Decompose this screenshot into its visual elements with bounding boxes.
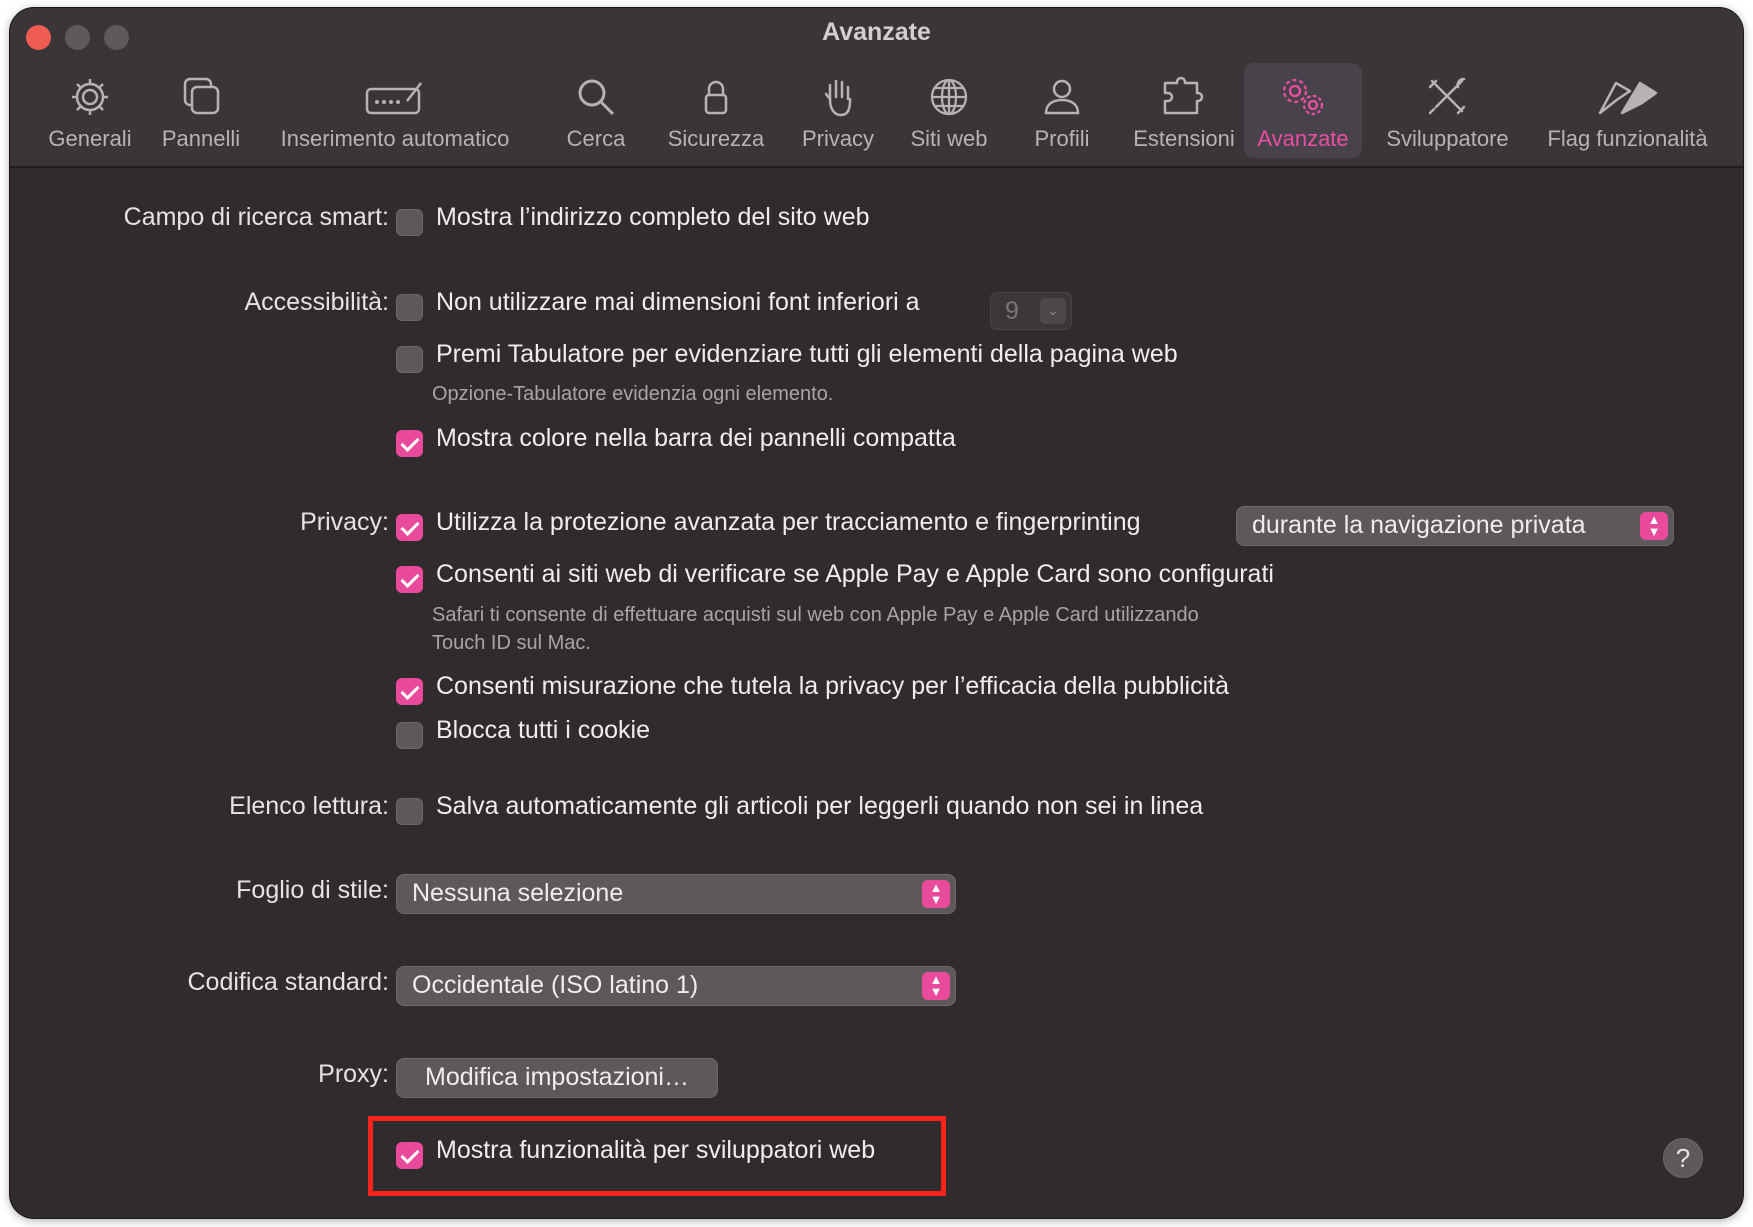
reading-list-offline-text: Salva automaticamente gli articoli per l… <box>436 792 1204 820</box>
privacy-label: Privacy: <box>300 508 389 536</box>
tab-pannelli[interactable]: Pannelli <box>150 63 252 158</box>
smart-search-label: Campo di ricerca smart: <box>123 203 389 231</box>
block-cookies-text: Blocca tutti i cookie <box>436 716 650 744</box>
developer-features-checkbox[interactable] <box>396 1142 423 1169</box>
tab-privacy[interactable]: Privacy <box>788 63 888 158</box>
up-down-arrows-icon: ▲ ▼ <box>922 972 950 1000</box>
gears-icon <box>1282 78 1324 116</box>
tab-inserimento-automatico[interactable]: Inserimento automatico <box>265 63 525 158</box>
preferences-window: Avanzate Generali Pannelli Inserimento a… <box>10 8 1743 1218</box>
full-address-text: Mostra l’indirizzo completo del sito web <box>436 203 870 231</box>
color-tabbar-text: Mostra colore nella barra dei pannelli c… <box>436 424 956 452</box>
up-down-arrows-icon: ▲ ▼ <box>922 880 950 908</box>
tab-sicurezza[interactable]: Sicurezza <box>660 63 772 158</box>
help-button[interactable]: ? <box>1663 1138 1703 1178</box>
tab-label: Avanzate <box>1257 126 1349 151</box>
autofill-icon <box>365 82 422 115</box>
tab-estensioni[interactable]: Estensioni <box>1122 63 1246 158</box>
globe-icon <box>930 78 968 116</box>
stylesheet-label: Foglio di stile: <box>236 876 389 904</box>
reading-list-offline-checkbox[interactable] <box>396 798 423 825</box>
min-font-text: Non utilizzare mai dimensioni font infer… <box>436 288 920 316</box>
min-font-checkbox[interactable] <box>396 294 423 321</box>
tab-cerca[interactable]: Cerca <box>548 63 644 158</box>
color-tabbar-checkbox[interactable] <box>396 430 423 457</box>
full-address-checkbox[interactable] <box>396 209 423 236</box>
person-icon <box>1044 79 1080 115</box>
tracking-protection-text: Utilizza la protezione avanzata per trac… <box>436 508 1141 536</box>
block-cookies-checkbox[interactable] <box>396 722 423 749</box>
apple-pay-hint-2: Touch ID sul Mac. <box>432 632 591 654</box>
min-font-size-popup[interactable]: 9 ⌄ <box>990 292 1072 330</box>
tab-sviluppatore[interactable]: Sviluppatore <box>1375 63 1520 158</box>
tab-label: Profili <box>1034 126 1090 151</box>
tab-label: Cerca <box>566 126 626 151</box>
developer-features-text: Mostra funzionalità per sviluppatori web <box>436 1136 876 1164</box>
tab-label: Siti web <box>910 126 988 151</box>
up-down-arrows-icon: ▲ ▼ <box>1640 512 1668 540</box>
ad-measurement-checkbox[interactable] <box>396 678 423 705</box>
tab-label: Privacy <box>801 126 875 151</box>
reading-list-label: Elenco lettura: <box>229 792 389 820</box>
apple-pay-checkbox[interactable] <box>396 566 423 593</box>
tools-icon <box>1428 77 1465 115</box>
tab-highlight-text: Premi Tabulatore per evidenziare tutti g… <box>436 340 1178 368</box>
stylesheet-value: Nessuna selezione <box>412 879 624 907</box>
search-icon <box>578 79 615 116</box>
tab-label: Estensioni <box>1133 126 1235 151</box>
tab-highlight-checkbox[interactable] <box>396 346 423 373</box>
tracking-protection-value: durante la navigazione privata <box>1252 511 1586 539</box>
puzzle-icon <box>1163 76 1204 115</box>
tab-label: Inserimento automatico <box>280 126 510 151</box>
gear-icon <box>72 79 108 115</box>
tab-label: Pannelli <box>161 126 241 151</box>
tracking-protection-checkbox[interactable] <box>396 514 423 541</box>
tracking-protection-popup[interactable]: durante la navigazione privata ▲ ▼ <box>1236 506 1674 546</box>
tab-flag-funzionalita[interactable]: Flag funzionalità <box>1530 63 1725 158</box>
encoding-value: Occidentale (ISO latino 1) <box>412 971 699 999</box>
apple-pay-hint: Safari ti consente di effettuare acquist… <box>432 604 1199 626</box>
encoding-label: Codifica standard: <box>187 968 389 996</box>
flags-icon <box>1598 81 1657 115</box>
lock-icon <box>704 80 728 115</box>
accessibility-label: Accessibilità: <box>244 288 390 316</box>
ad-measurement-text: Consenti misurazione che tutela la priva… <box>436 672 1230 700</box>
proxy-settings-button[interactable]: Modifica impostazioni… <box>396 1058 718 1098</box>
tab-label: Sviluppatore <box>1386 126 1509 151</box>
tab-label: Generali <box>48 126 132 151</box>
tab-label: Flag funzionalità <box>1547 126 1708 151</box>
tab-generali[interactable]: Generali <box>35 63 145 158</box>
tab-highlight-hint: Opzione-Tabulatore evidenzia ogni elemen… <box>432 383 834 405</box>
chevron-down-icon: ⌄ <box>1040 298 1066 324</box>
proxy-label: Proxy: <box>318 1060 389 1088</box>
apple-pay-text: Consenti ai siti web di verificare se Ap… <box>436 560 1274 588</box>
window-title: Avanzate <box>822 18 931 46</box>
hand-icon <box>824 79 852 117</box>
stylesheet-popup[interactable]: Nessuna selezione ▲ ▼ <box>396 874 956 914</box>
tab-avanzate[interactable]: Avanzate <box>1244 63 1362 158</box>
tab-label: Sicurezza <box>667 126 765 151</box>
tab-siti-web[interactable]: Siti web <box>896 63 1002 158</box>
tabs-icon <box>183 77 220 115</box>
toolbar: Avanzate Generali Pannelli Inserimento a… <box>10 8 1743 168</box>
encoding-popup[interactable]: Occidentale (ISO latino 1) ▲ ▼ <box>396 966 956 1006</box>
tab-profili[interactable]: Profili <box>1014 63 1110 158</box>
min-font-size-value: 9 <box>1005 297 1019 325</box>
